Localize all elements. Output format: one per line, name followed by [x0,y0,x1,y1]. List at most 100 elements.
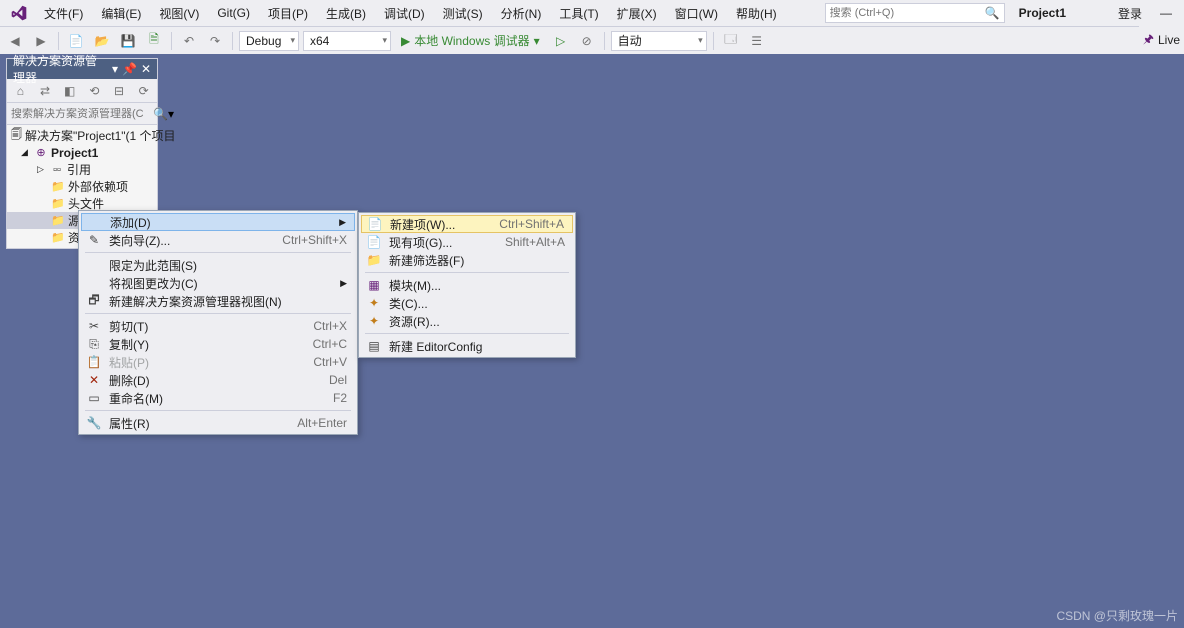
toolbox-icon[interactable]: 🗔 [720,30,742,52]
pending-icon[interactable]: ◧ [60,80,79,102]
external-label: 外部依赖项 [68,178,128,195]
ctx-label: 新建解决方案资源管理器视图(N) [109,293,347,310]
shortcut: Ctrl+C [313,337,347,351]
context-menu: 添加(D)▶ ✎类向导(Z)...Ctrl+Shift+X 限定为此范围(S) … [78,210,358,435]
rename-icon: ▭ [85,391,103,405]
ctx-delete[interactable]: ✕删除(D)Del [81,371,355,389]
delete-icon: ✕ [85,373,103,387]
ctx-class[interactable]: ✦类(C)... [361,294,573,312]
ctx-wizard[interactable]: ✎类向导(Z)...Ctrl+Shift+X [81,231,355,249]
close-icon[interactable]: ✕ [141,62,151,76]
global-search[interactable]: 🔍 [825,3,1005,23]
home-icon[interactable]: ⌂ [11,80,30,102]
menu-project[interactable]: 项目(P) [260,2,316,25]
ctx-rename[interactable]: ▭重命名(M)F2 [81,389,355,407]
editorconfig-icon: ▤ [365,339,383,353]
expander-icon[interactable]: ▷ [37,164,47,175]
ctx-label: 删除(D) [109,372,323,389]
collapse-icon[interactable]: ⊟ [110,80,129,102]
refresh-icon[interactable]: ⟳ [134,80,153,102]
newview-icon: 🗗 [85,294,103,308]
ctx-resource[interactable]: ✦资源(R)... [361,312,573,330]
blank-icon [85,258,103,272]
shortcut: Ctrl+Shift+X [282,233,347,247]
separator [365,272,569,273]
config-combo[interactable]: Debug [239,31,299,51]
separator [365,333,569,334]
menu-help[interactable]: 帮助(H) [728,2,785,25]
shortcut: Shift+Alt+A [505,235,565,249]
nav-back-icon[interactable]: ◀ [4,30,26,52]
ctx-label: 类向导(Z)... [109,232,276,249]
minimize-icon[interactable]: — [1160,6,1172,20]
shortcut: Alt+Enter [297,416,347,430]
copy-icon: ⎘ [85,337,103,351]
shortcut: Ctrl+X [313,319,347,333]
menu-file[interactable]: 文件(F) [36,2,91,25]
undo-icon[interactable]: ↶ [178,30,200,52]
ctx-label: 类(C)... [389,295,565,312]
menu-edit[interactable]: 编辑(E) [93,2,149,25]
menu-test[interactable]: 测试(S) [435,2,491,25]
search-input[interactable] [830,7,985,19]
project-node[interactable]: ◢⊕Project1 [7,144,157,161]
menu-tools[interactable]: 工具(T) [551,2,606,25]
external-node[interactable]: 📁外部依赖项 [7,178,157,195]
nav-fwd-icon[interactable]: ▶ [30,30,52,52]
ctx-properties[interactable]: 🔧属性(R)Alt+Enter [81,414,355,432]
solution-node[interactable]: 🗐解决方案"Project1"(1 个项目 [7,127,157,144]
menu-debug[interactable]: 调试(D) [376,2,433,25]
new-project-icon[interactable]: 📄 [65,30,87,52]
ctx-new-filter[interactable]: 📁新建筛选器(F) [361,251,573,269]
expander-icon[interactable]: ◢ [21,147,31,158]
ctx-changeview[interactable]: 将视图更改为(C)▶ [81,274,355,292]
cut-icon: ✂ [85,319,103,333]
ctx-cut[interactable]: ✂剪切(T)Ctrl+X [81,317,355,335]
menubar: 文件(F) 编辑(E) 视图(V) Git(G) 项目(P) 生成(B) 调试(… [0,0,1184,26]
save-all-icon[interactable]: 🗎 [143,30,165,52]
sync-icon[interactable]: ⟲ [85,80,104,102]
dropdown-icon[interactable]: ▾ [112,62,118,76]
platform-combo[interactable]: x64 [303,31,391,51]
separator [604,32,605,50]
live-share[interactable]: 🖈 Live [1139,26,1184,54]
chevron-down-icon[interactable]: ▾ [168,107,174,121]
ctx-newview[interactable]: 🗗 新建解决方案资源管理器视图(N) [81,292,355,310]
ctx-new-item[interactable]: 📄新建项(W)...Ctrl+Shift+A [361,215,573,233]
list-icon[interactable]: ☰ [746,30,768,52]
debugger-label: 本地 Windows 调试器 [414,32,529,49]
panel-titlebar[interactable]: 解决方案资源管理器 ▾ 📌 ✕ [7,59,157,79]
panel-search[interactable]: 🔍 ▾ [7,103,157,125]
menu-view[interactable]: 视图(V) [151,2,207,25]
ctx-add[interactable]: 添加(D)▶ [81,213,355,231]
menu-analyze[interactable]: 分析(N) [493,2,550,25]
folder-icon: 📁 [51,180,65,194]
pin-icon[interactable]: 📌 [122,62,137,76]
redo-icon[interactable]: ↷ [204,30,226,52]
menu-git[interactable]: Git(G) [209,3,258,23]
start-no-debug-icon[interactable]: ▷ [550,30,572,52]
panel-search-input[interactable] [11,108,153,120]
start-debug-button[interactable]: ▶ 本地 Windows 调试器 ▾ [395,32,546,49]
save-icon[interactable]: 💾 [117,30,139,52]
open-icon[interactable]: 📂 [91,30,113,52]
ctx-editorconfig[interactable]: ▤新建 EditorConfig [361,337,573,355]
auto-combo[interactable]: 自动 [611,31,707,51]
step-icon[interactable]: ⊘ [576,30,598,52]
ctx-copy[interactable]: ⎘ 复制(Y) Ctrl+C [81,335,355,353]
refs-label: 引用 [67,161,91,178]
ctx-label: 复制(Y) [109,336,307,353]
search-icon: 🔍 [153,107,168,121]
menu-window[interactable]: 窗口(W) [667,2,726,25]
ctx-scope[interactable]: 限定为此范围(S) [81,256,355,274]
ctx-existing-item[interactable]: 📄现有项(G)...Shift+Alt+A [361,233,573,251]
menu-extensions[interactable]: 扩展(X) [609,2,665,25]
menu-build[interactable]: 生成(B) [318,2,374,25]
toolbar: ◀ ▶ 📄 📂 💾 🗎 ↶ ↷ Debug x64 ▶ 本地 Windows 调… [0,26,1184,54]
blank-icon [86,215,104,229]
ctx-module[interactable]: ▦模块(M)... [361,276,573,294]
refs-node[interactable]: ▷▫▫引用 [7,161,157,178]
ctx-paste: 📋粘贴(P)Ctrl+V [81,353,355,371]
switch-view-icon[interactable]: ⇄ [36,80,55,102]
login-link[interactable]: 登录 [1118,5,1142,22]
